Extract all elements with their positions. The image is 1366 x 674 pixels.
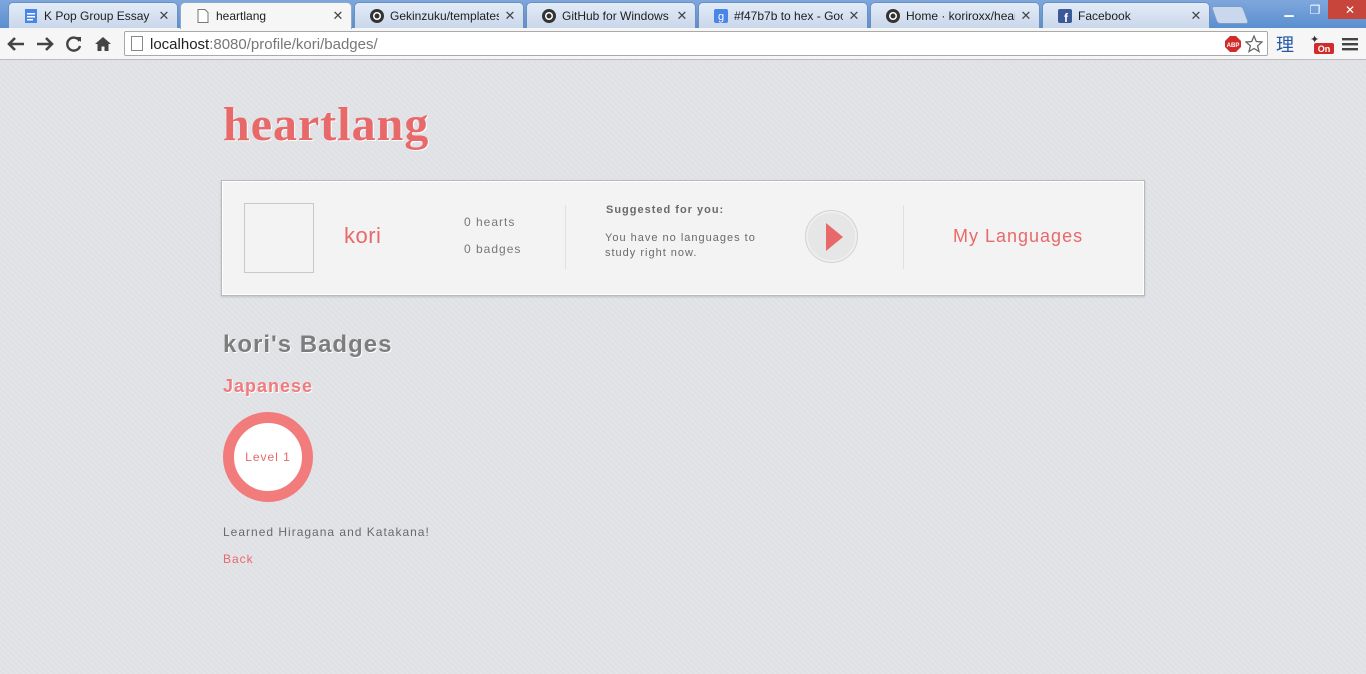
profile-card: kori 0 hearts 0 badges Suggested for you… [221,180,1145,296]
tab-github-windows[interactable]: GitHub for Windows ✕ [526,2,696,28]
page-content: heartlang kori 0 hearts 0 badges Suggest… [0,61,1366,674]
badges-count: 0 badges [464,242,522,256]
tab-gekinzuku-templates[interactable]: Gekinzuku/templates/ ✕ [354,2,524,28]
language-heading: Japanese [223,376,314,396]
tab-title: heartlang [216,9,267,23]
docs-icon [23,8,39,24]
tab-title: #f47b7b to hex - Goog [734,8,843,23]
window-controls: ▁ ❐ ✕ [1276,0,1366,19]
facebook-icon: f [1057,8,1073,24]
github-icon [541,8,557,24]
github-icon [369,8,385,24]
page-icon [131,36,143,51]
badge-description: Learned Hiragana and Katakana! [223,525,430,539]
reload-icon[interactable] [62,32,86,56]
back-link[interactable]: Back [223,552,254,566]
hearts-count: 0 hearts [464,215,516,229]
forward-arrow-icon[interactable] [33,32,57,56]
tab-title: K Pop Group Essay - Go [44,8,153,23]
browser-toolbar: localhost:8080/profile/kori/badges/ ABP … [0,28,1366,60]
page-icon [195,8,211,24]
badge-label: Level 1 [245,450,291,464]
home-icon[interactable] [91,32,115,56]
url-text[interactable]: localhost:8080/profile/kori/badges/ [150,36,378,53]
divider [565,205,566,269]
bookmark-star-icon[interactable] [1242,32,1266,56]
svg-text:ABP: ABP [1227,43,1240,49]
tab-koriroxx-home[interactable]: Home · koriroxx/heart ✕ [870,2,1040,28]
level-badge[interactable]: Level 1 [223,412,313,502]
tab-title: GitHub for Windows [562,8,669,23]
tab-title: Home · koriroxx/heart [906,8,1015,23]
github-icon [885,8,901,24]
my-languages-link[interactable]: My Languages [953,226,1083,247]
address-bar[interactable]: localhost:8080/profile/kori/badges/ ABP [124,31,1268,56]
play-button[interactable] [805,210,858,263]
tab-title: Gekinzuku/templates/ [390,8,499,23]
close-window-icon[interactable]: ✕ [1328,0,1366,19]
restore-icon[interactable]: ❐ [1302,0,1328,19]
back-arrow-icon[interactable] [4,32,28,56]
close-tab-icon[interactable]: ✕ [1019,8,1033,24]
suggested-text: You have no languages to study right now… [605,232,756,259]
profile-username[interactable]: kori [344,223,381,249]
page-title: kori's Badges [223,331,393,358]
google-icon: g [713,8,729,24]
play-icon [826,223,843,251]
suggested-title: Suggested for you: [606,204,725,216]
tab-title: Facebook [1078,8,1131,23]
close-tab-icon[interactable]: ✕ [331,8,345,24]
tab-hex-search[interactable]: g #f47b7b to hex - Goog ✕ [698,2,868,28]
divider [903,205,904,269]
tab-heartlang[interactable]: heartlang ✕ [180,2,352,29]
minimize-icon[interactable]: ▁ [1276,0,1302,19]
tab-facebook[interactable]: f Facebook ✕ [1042,2,1210,28]
close-tab-icon[interactable]: ✕ [157,8,171,24]
dictionary-extension-icon[interactable]: 理 [1273,32,1297,56]
site-logo[interactable]: heartlang [223,97,429,152]
avatar[interactable] [244,203,314,273]
new-tab-button[interactable] [1210,6,1250,24]
tab-kpop-essay[interactable]: K Pop Group Essay - Go ✕ [8,2,178,28]
close-tab-icon[interactable]: ✕ [675,8,689,24]
svg-text:On: On [1318,44,1331,54]
svg-text:g: g [718,11,724,23]
menu-icon[interactable] [1338,32,1362,56]
close-tab-icon[interactable]: ✕ [503,8,517,24]
close-tab-icon[interactable]: ✕ [1189,8,1203,24]
close-tab-icon[interactable]: ✕ [847,8,861,24]
on-extension-icon[interactable]: ✦ On [1308,32,1336,56]
tab-strip: K Pop Group Essay - Go ✕ heartlang ✕ Gek… [0,0,1366,29]
